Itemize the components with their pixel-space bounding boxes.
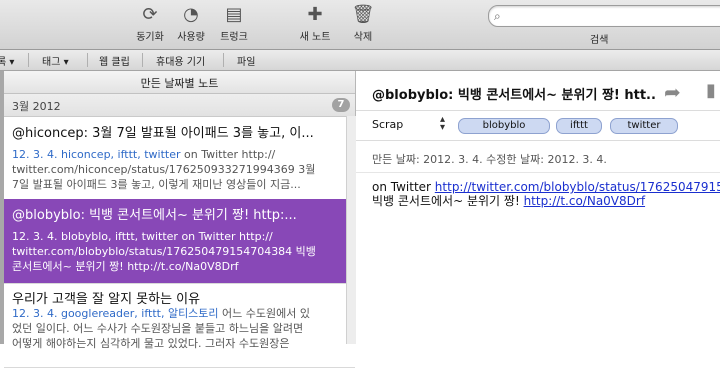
note-title: 우리가 고객을 잘 알지 못하는 이유	[12, 292, 201, 307]
note-title: @blobyblo: 빅뱅 콘서트에서~ 분위기 짱! http:...	[12, 208, 297, 223]
note-list-item[interactable]: 우리가 고객을 잘 알지 못하는 이유 12. 3. 4. googleread…	[4, 283, 355, 368]
note-meta: 12. 3. 4. blobyblo, ifttt, twitter	[12, 230, 178, 243]
updown-arrows-icon[interactable]: ▴ ▾	[440, 115, 445, 133]
group-label: 3월 2012	[12, 100, 61, 113]
note-body-line: 빅뱅 콘서트에서~ 분위기 짱! http://t.co/Na0V8Drf	[372, 194, 720, 208]
filter-divider	[142, 53, 143, 67]
body-text: 빅뱅 콘서트에서~ 분위기 짱!	[372, 194, 524, 208]
note-snippet-line: 어떻게 해야하는지 심각하게 물고 있었다. 그러자 수도원장은	[12, 337, 290, 350]
note-snippet-line: twitter.com/blobyblo/status/176250479154…	[12, 245, 316, 258]
note-body-line: on Twitter http://twitter.com/blobyblo/s…	[372, 180, 720, 194]
note-meta: 12. 3. 4. googlereader, ifttt, 알티스토리	[12, 307, 219, 320]
divider	[356, 172, 720, 173]
web-clip-filter[interactable]: 웹 클립	[99, 53, 130, 68]
note-list-item-selected[interactable]: @blobyblo: 빅뱅 콘서트에서~ 분위기 짱! http:... 12.…	[4, 199, 355, 284]
divider	[356, 140, 720, 141]
tag-filter[interactable]: 태그 ▾	[42, 53, 69, 68]
note-snippet-line: 었던 일이다. 어느 수사가 수도원장님을 붙들고 하느님을 알려면	[12, 322, 304, 335]
trash-icon: 🗑	[351, 4, 375, 25]
note-snippet-start: on Twitter http://	[177, 230, 273, 243]
file-filter[interactable]: 파일	[237, 53, 255, 68]
tag-chip[interactable]: ifttt	[556, 118, 602, 134]
group-header: 3월 2012 7	[4, 94, 355, 117]
note-snippet-line: 7일 발표될 아이패드 3를 놓고, 이렇게 재미난 영상들이 지금...	[12, 178, 301, 191]
body-text: on Twitter	[372, 180, 435, 194]
notebook-filter[interactable]: 록 ▾	[0, 53, 14, 68]
note-title-field[interactable]: @blobyblo: 빅뱅 콘서트에서~ 분위기 짱! htt...	[372, 84, 657, 103]
note-snippet-line: 12. 3. 4. hiconcep, ifttt, twitter on Tw…	[12, 148, 350, 162]
search-input[interactable]	[509, 8, 713, 24]
share-icon[interactable]: ➦	[664, 80, 681, 104]
delete-button[interactable]: 🗑 삭제	[335, 3, 391, 43]
tag-chip[interactable]: blobyblo	[458, 118, 550, 134]
note-snippet-line: 콘서트에서~ 분위기 짱! http://t.co/Na0V8Drf	[12, 260, 239, 273]
note-snippet-start: on Twitter http://	[180, 148, 276, 161]
note-list-scrollbar[interactable]	[346, 116, 356, 344]
trunk-button[interactable]: ▤ 트렁크	[206, 3, 262, 43]
note-meta: 12. 3. 4. hiconcep, ifttt, twitter	[12, 148, 181, 161]
note-snippet-line: 12. 3. 4. googlereader, ifttt, 알티스토리 어느 …	[12, 307, 350, 321]
info-icon[interactable]: ▮	[706, 80, 716, 101]
search-label: 검색	[590, 35, 609, 46]
trunk-icon: ▤	[225, 4, 243, 25]
search-field[interactable]: ⌕	[488, 5, 720, 27]
filter-divider	[28, 53, 29, 67]
note-snippet-line: 12. 3. 4. blobyblo, ifttt, twitter on Tw…	[12, 230, 350, 244]
short-link[interactable]: http://t.co/Na0V8Drf	[524, 194, 645, 208]
search-icon: ⌕	[494, 9, 501, 23]
note-title: @hiconcep: 3월 7일 발표될 아이패드 3를 놓고, 이...	[12, 126, 314, 141]
filter-bar: 록 ▾ 태그 ▾ 웹 클립 휴대용 기기 파일	[0, 50, 720, 71]
tweet-link[interactable]: http://twitter.com/blobyblo/status/17625…	[435, 180, 720, 194]
filter-divider	[87, 53, 88, 67]
divider	[356, 110, 720, 111]
note-list-item[interactable]: @hiconcep: 3월 7일 발표될 아이패드 3를 놓고, 이... 12…	[4, 117, 355, 202]
sort-header[interactable]: 만든 날짜별 노트	[4, 71, 355, 94]
mobile-device-filter[interactable]: 휴대용 기기	[156, 53, 205, 68]
note-snippet-line: twitter.com/hiconcep/status/176250933271…	[12, 163, 316, 176]
note-count-badge: 7	[332, 98, 350, 112]
notebook-selector[interactable]: Scrap	[372, 118, 403, 131]
tag-chip[interactable]: twitter	[610, 118, 678, 134]
note-dates: 만든 날짜: 2012. 3. 4. 수정한 날짜: 2012. 3. 4.	[372, 153, 607, 166]
filter-divider	[223, 53, 224, 67]
sort-label: 만든 날짜별 노트	[140, 77, 219, 90]
note-snippet-start: 어느 수도원에서 있	[218, 307, 310, 320]
